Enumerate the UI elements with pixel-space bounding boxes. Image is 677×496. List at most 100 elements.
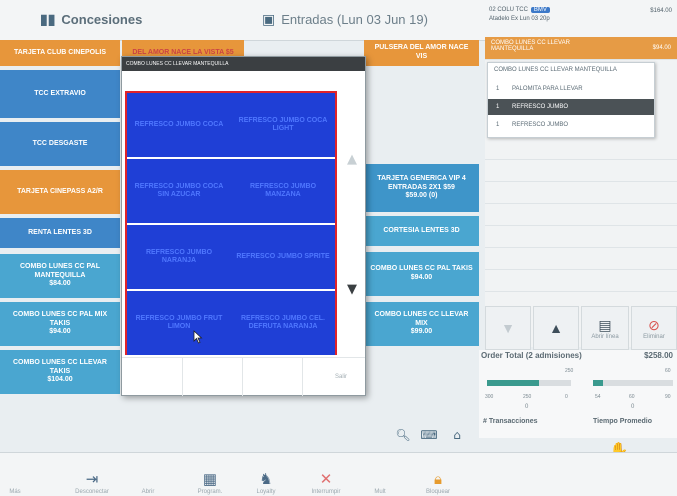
tab-entradas-label: Entradas (Lun 03 Jun 19) — [281, 11, 428, 27]
tile-label: TARJETA CINEPASS A2/R — [17, 187, 103, 195]
tile-tarjeta-club[interactable]: TARJETA CLUB CINEPOLIS — [0, 40, 120, 66]
modal-footer: Salir — [122, 357, 365, 396]
tile-renta-lentes[interactable]: RENTA LENTES 3D — [0, 218, 120, 248]
tile-label: CORTESIA LENTES 3D — [383, 226, 460, 234]
order-totals: Order Total (2 admisiones) $258.00 250 3… — [479, 350, 677, 438]
order-header: 02 COLU TCC BMV Atadelo Ex Lun 03 20p $16… — [485, 4, 677, 32]
drink-option[interactable]: REFRESCO JUMBO FRUT LIMON — [127, 291, 231, 355]
interrumpir-button[interactable]: ✕ Interrumpir — [300, 457, 352, 495]
drink-option[interactable]: REFRESCO JUMBO COCA LIGHT — [231, 93, 335, 157]
eliminar-button[interactable]: ⊘ Eliminar — [631, 306, 677, 350]
tile-combo-pal-mantequilla[interactable]: COMBO LUNES CC PAL MANTEQUILLA $84.00 — [0, 254, 120, 298]
order-item[interactable]: COMBO LUNES CC LLEVAR MANTEQUILLA $94.00 — [485, 37, 677, 60]
tiempo-gauge — [593, 380, 673, 386]
gauge1-value: 0 — [525, 404, 529, 410]
gauge1-hi: 0 — [565, 394, 568, 400]
drink-option-label: REFRESCO JUMBO COCA SIN AZUCAR — [134, 182, 224, 198]
gauge2-mark: 60 — [665, 368, 671, 374]
scroll-up-button[interactable]: ▲ — [533, 306, 579, 350]
row-label: REFRESCO JUMBO — [512, 122, 569, 128]
order-empty-row — [485, 137, 677, 160]
drink-option[interactable]: REFRESCO JUMBO SPRITE — [231, 225, 335, 289]
gauge2-lo: 54 — [595, 394, 601, 400]
logout-icon: ⇥ — [85, 471, 99, 488]
mouse-cursor-icon — [193, 330, 203, 344]
drink-option[interactable]: REFRESCO JUMBO NARANJA — [127, 225, 231, 289]
home-icon[interactable]: ⌂ — [446, 424, 468, 446]
tile-price: $84.00 — [49, 280, 71, 288]
combo-detail-row-selected[interactable]: 1 REFRESCO JUMBO — [488, 99, 654, 115]
drink-option-label: REFRESCO JUMBO FRUT LIMON — [135, 314, 223, 330]
row-qty: 1 — [496, 86, 500, 92]
search-icon[interactable]: 🔍︎ — [392, 424, 414, 446]
transacciones-label: # Transacciones — [483, 418, 538, 425]
drink-option-label: REFRESCO JUMBO MANZANA — [249, 182, 317, 198]
tile-combo-llevar-mix[interactable]: COMBO LUNES CC LLEVAR MIX $99.00 — [364, 302, 479, 346]
tile-tarjeta-generica-vip[interactable]: TARJETA GENERICA VIP 4 ENTRADAS 2X1 $59 $… — [364, 164, 479, 212]
mas-label: Más — [9, 489, 21, 495]
tile-label: COMBO LUNES CC PAL MIX TAKIS — [12, 310, 108, 327]
mas-button[interactable]: Más — [0, 457, 30, 495]
tile-cortesia-lentes[interactable]: CORTESIA LENTES 3D — [364, 216, 479, 246]
tile-label: TARJETA GENERICA VIP 4 ENTRADAS 2X1 $59 — [377, 174, 466, 191]
tile-label: TCC DESGASTE — [32, 139, 88, 147]
gauge1-mid: 250 — [523, 394, 532, 400]
tile-combo-llevar-takis[interactable]: COMBO LUNES CC LLEVAR TAKIS $104.00 — [0, 350, 120, 394]
keyboard-icon[interactable]: ⌨︎ — [418, 424, 440, 446]
close-icon: ✕ — [319, 471, 333, 488]
delete-icon: ⊘ — [648, 316, 660, 333]
abrir-button[interactable]: Abrir — [122, 457, 174, 495]
tile-tcc-desgaste[interactable]: TCC DESGASTE — [0, 122, 120, 166]
order-amount: $164.00 — [650, 8, 672, 14]
tile-label: COMBO LUNES CC LLEVAR TAKIS — [13, 358, 107, 375]
tile-label: TCC EXTRAVIO — [34, 89, 86, 97]
loyalty-button[interactable]: ♞ Loyalty — [240, 457, 292, 495]
drink-option[interactable]: REFRESCO JUMBO COCA — [127, 93, 231, 157]
modal-scroll-up-button[interactable]: ▲ — [342, 149, 362, 169]
abrir-linea-button[interactable]: ▤ Abrir línea — [581, 306, 629, 350]
order-item-label: COMBO LUNES CC LLEVAR MANTEQUILLA — [491, 40, 570, 52]
salir-button[interactable]: Salir — [335, 374, 347, 380]
combo-detail-row[interactable]: 1 PALOMITA PARA LLEVAR — [488, 81, 654, 97]
eliminar-label: Eliminar — [643, 333, 665, 340]
modal-scroll-down-button[interactable]: ▼ — [342, 279, 362, 299]
order-total-label: Order Total (2 admisiones) — [481, 351, 582, 360]
tile-label: COMBO LUNES CC LLEVAR MIX — [374, 310, 469, 327]
tab-concesiones[interactable]: ▮▮ Concesiones — [40, 6, 142, 32]
footer-cell — [242, 358, 303, 396]
order-empty-row — [485, 203, 677, 226]
combo-detail-row[interactable]: 1 REFRESCO JUMBO — [488, 117, 654, 133]
scroll-down-button[interactable]: ▼ — [485, 306, 531, 350]
program-button[interactable]: ▦ Program. — [184, 457, 236, 495]
drink-option[interactable]: REFRESCO JUMBO CEL. DEFRUTA NARANJA — [231, 291, 335, 355]
desconectar-button[interactable]: ⇥ Desconectar — [66, 457, 118, 495]
order-empty-row — [485, 159, 677, 182]
tile-tcc-extravio[interactable]: TCC EXTRAVIO — [0, 70, 120, 118]
drink-option[interactable]: REFRESCO JUMBO COCA SIN AZUCAR — [127, 159, 231, 223]
open-drawer-icon: ▤ — [598, 316, 612, 333]
tile-combo-pal-takis[interactable]: COMBO LUNES CC PAL TAKIS $94.00 — [364, 252, 479, 296]
tile-pulsera[interactable]: PULSERA DEL AMOR NACE VIS — [364, 40, 479, 66]
row-qty: 1 — [496, 122, 500, 128]
order-empty-row — [485, 247, 677, 270]
transacciones-gauge-fill — [487, 380, 540, 386]
tile-cinepass[interactable]: TARJETA CINEPASS A2/R — [0, 170, 120, 214]
order-id: 02 COLU TCC — [489, 7, 528, 13]
loyalty-icon: ♞ — [259, 471, 273, 488]
bloquear-label: Bloquear — [425, 489, 451, 495]
tile-label: COMBO LUNES CC PAL TAKIS — [370, 265, 473, 273]
chevron-up-icon: ▲ — [549, 320, 563, 336]
tab-entradas[interactable]: ▣ Entradas (Lun 03 Jun 19) — [262, 6, 428, 32]
mult-button[interactable]: Mult — [354, 457, 406, 495]
drink-option[interactable]: REFRESCO JUMBO MANZANA — [231, 159, 335, 223]
combo-detail-popup: COMBO LUNES CC LLEVAR MANTEQUILLA 1 PALOM… — [487, 62, 655, 138]
mult-label: Mult — [374, 489, 386, 495]
order-sub: Atadelo Ex Lun 03 20p — [489, 16, 550, 22]
bloquear-button[interactable]: 🔒︎ Bloquear — [412, 457, 464, 495]
chevron-up-icon: ▲ — [347, 151, 357, 167]
drink-option-label: REFRESCO JUMBO COCA — [134, 120, 224, 128]
tile-label: COMBO LUNES CC PAL MANTEQUILLA — [20, 262, 100, 279]
program-label: Program. — [197, 489, 223, 495]
loyalty-label: Loyalty — [256, 489, 276, 495]
tile-combo-pal-mix-takis[interactable]: COMBO LUNES CC PAL MIX TAKIS $94.00 — [0, 302, 120, 346]
